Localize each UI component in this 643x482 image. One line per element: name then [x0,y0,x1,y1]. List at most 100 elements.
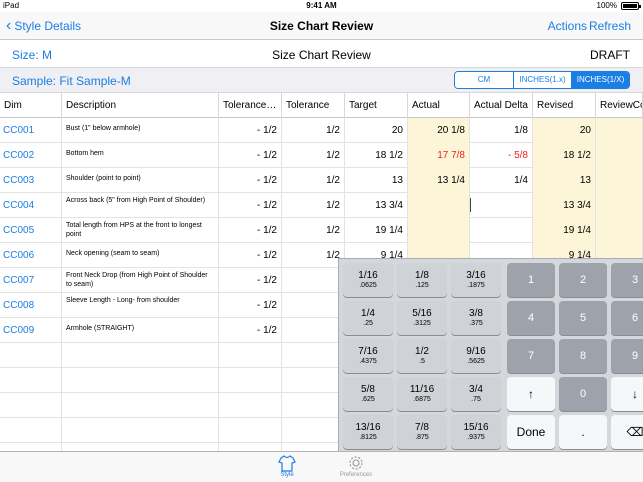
tab-bar: Style Preferences [0,451,643,482]
review-comment-cell [596,118,643,143]
key-7[interactable]: 7 [507,339,555,373]
dim-code[interactable]: CC006 [0,243,62,268]
key-4[interactable]: 4 [507,301,555,335]
chevron-left-icon: ‹ [6,17,12,34]
fraction-key[interactable]: 1/2.5 [397,339,447,373]
fraction-key[interactable]: 5/8.625 [343,377,393,411]
tolerance-minus-cell: - 1/2 [219,293,282,318]
actual-delta-cell [470,193,533,218]
fraction-key-decimal: .75 [471,396,481,403]
fraction-key-decimal: .5 [419,358,425,365]
description-cell: Sleeve Length - Long- from shoulder [62,293,219,318]
back-button[interactable]: ‹ Style Details [6,17,82,34]
tab-style[interactable]: Style [267,454,307,478]
unit-option[interactable]: INCHES(1/X) [571,72,629,88]
fraction-key[interactable]: 3/16.1875 [451,263,501,297]
back-button-label: Style Details [14,19,82,33]
fraction-key-decimal: .25 [363,320,373,327]
description-cell: Across back (5" from High Point of Shoul… [62,193,219,218]
key-1[interactable]: 1 [507,263,555,297]
sample-selector[interactable]: Sample: Fit Sample-M [12,74,131,88]
backspace-button[interactable]: ⌫ [611,415,643,449]
dim-code[interactable]: CC002 [0,143,62,168]
fraction-key-label: 11/16 [409,384,435,395]
actual-delta-cell: 1/8 [470,118,533,143]
key-2[interactable]: 2 [559,263,607,297]
actual-input[interactable] [408,193,470,218]
actual-input[interactable]: 17 7/8 [408,143,470,168]
fraction-key-label: 3/16 [466,270,486,281]
key-up[interactable]: ↑ [507,377,555,411]
review-comment-cell [596,143,643,168]
fraction-key[interactable]: 7/8.875 [397,415,447,449]
key-8[interactable]: 8 [559,339,607,373]
table-header: Dim Description Tolerance… Tolerance Target A… [0,93,643,118]
done-button[interactable]: Done [507,415,555,449]
description-cell: Front Neck Drop (from High Point of Shou… [62,268,219,293]
tolerance-minus-cell: - 1/2 [219,193,282,218]
table-row: CC005 Total length from HPS at the front … [0,218,643,243]
actual-input[interactable]: 20 1/8 [408,118,470,143]
dim-code[interactable]: CC003 [0,168,62,193]
dim-code [0,393,62,418]
description-cell: Neck opening (seam to seam) [62,243,219,268]
fraction-key[interactable]: 7/16.4375 [343,339,393,373]
fraction-key-label: 7/8 [415,422,429,433]
fraction-key[interactable]: 1/8.125 [397,263,447,297]
fraction-key[interactable]: 3/4.75 [451,377,501,411]
tab-preferences[interactable]: Preferences [336,454,376,478]
tolerance-plus-cell [282,318,345,343]
dim-code[interactable]: CC004 [0,193,62,218]
fraction-key[interactable]: 15/16.9375 [451,415,501,449]
tolerance-minus-cell: - 1/2 [219,143,282,168]
review-comment-cell [596,218,643,243]
revised-cell: 18 1/2 [533,143,596,168]
fraction-key-label: 9/16 [466,346,486,357]
column-header: Description [62,93,219,118]
unit-option[interactable]: CM [455,72,513,88]
table-row: CC003 Shoulder (point to point) - 1/2 1/2 13… [0,168,643,193]
fraction-key[interactable]: 11/16.6875 [397,377,447,411]
fraction-key[interactable]: 1/4.25 [343,301,393,335]
key-down[interactable]: ↓ [611,377,643,411]
status-badge: DRAFT [590,48,630,62]
key-9[interactable]: 9 [611,339,643,373]
dim-code[interactable]: CC005 [0,218,62,243]
tolerance-plus-cell: 1/2 [282,168,345,193]
fraction-key[interactable]: 9/16.5625 [451,339,501,373]
dim-code[interactable]: CC001 [0,118,62,143]
fraction-key[interactable]: 13/16.8125 [343,415,393,449]
gear-icon [349,456,363,470]
fraction-key[interactable]: 1/16.0625 [343,263,393,297]
size-selector[interactable]: Size: M [12,48,52,62]
fraction-key[interactable]: 3/8.375 [451,301,501,335]
dim-code[interactable]: CC007 [0,268,62,293]
actions-button[interactable]: Actions [548,19,587,33]
refresh-button[interactable]: Refresh [589,19,631,33]
fraction-key-label: 7/16 [358,346,378,357]
dim-code[interactable]: CC009 [0,318,62,343]
target-cell: 18 1/2 [345,143,408,168]
description-cell: Shoulder (point to point) [62,168,219,193]
key-5[interactable]: 5 [559,301,607,335]
tolerance-minus-cell [219,418,282,443]
key-0[interactable]: 0 [559,377,607,411]
column-header: Actual Delta [470,93,533,118]
target-cell: 19 1/4 [345,218,408,243]
fraction-key-decimal: .375 [469,320,483,327]
key-3[interactable]: 3 [611,263,643,297]
key-decimal[interactable]: . [559,415,607,449]
tolerance-plus-cell [282,393,345,418]
dim-code[interactable]: CC008 [0,293,62,318]
fraction-key-decimal: .875 [415,434,429,441]
fraction-key[interactable]: 5/16.3125 [397,301,447,335]
actual-input[interactable] [408,218,470,243]
tolerance-plus-cell [282,268,345,293]
fraction-key-label: 5/16 [412,308,432,319]
key-6[interactable]: 6 [611,301,643,335]
actual-input[interactable]: 13 1/4 [408,168,470,193]
shirt-icon [278,455,296,472]
fraction-key-label: 5/8 [361,384,375,395]
column-header: Tolerance… [219,93,282,118]
unit-option[interactable]: INCHES(1.x) [513,72,571,88]
